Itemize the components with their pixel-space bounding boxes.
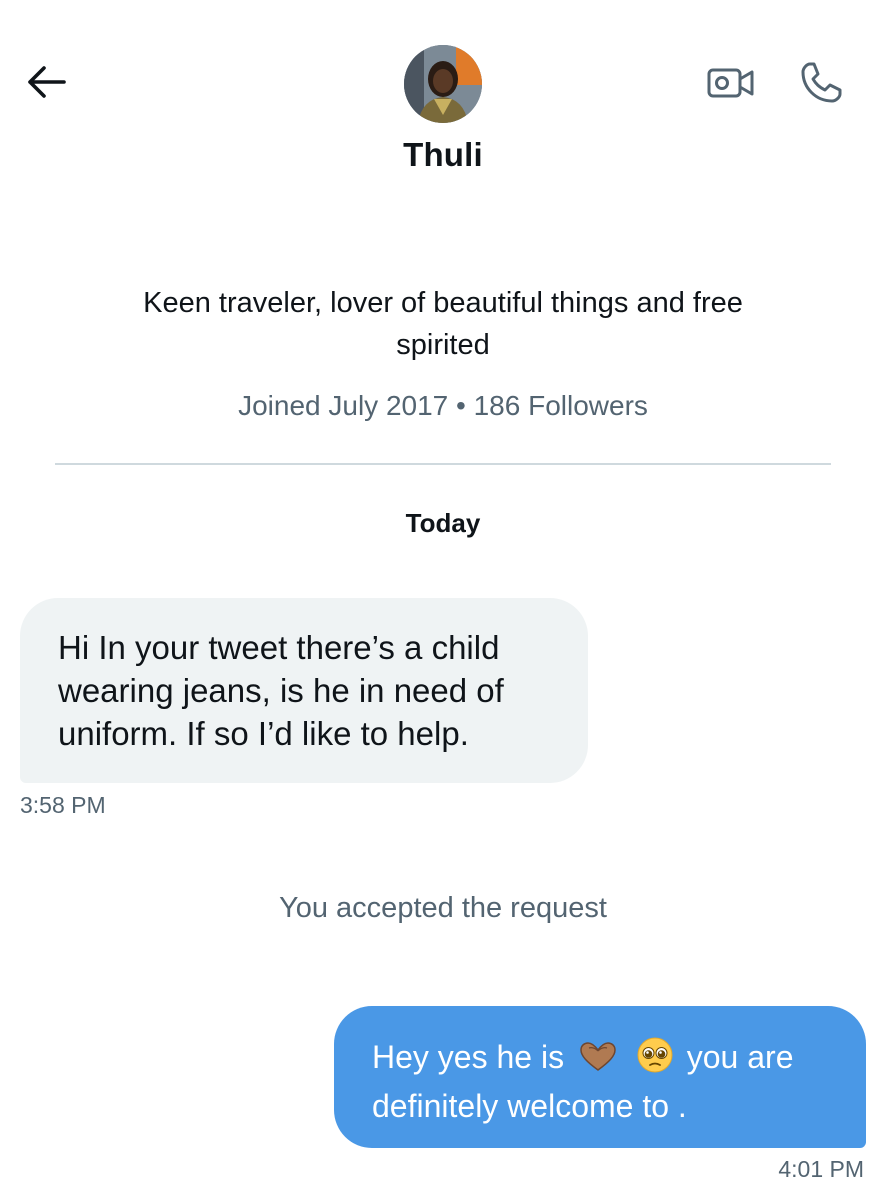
- request-accepted-note: You accepted the request: [279, 892, 607, 924]
- message-timestamp: 3:58 PM: [20, 792, 106, 818]
- day-label: Today: [405, 508, 481, 538]
- joined-date: Joined July 2017: [238, 390, 449, 421]
- dm-conversation-screen: Thuli Keen traveler, lover of beautiful …: [0, 0, 886, 1200]
- message-timestamp: 4:01 PM: [778, 1156, 864, 1182]
- video-call-button[interactable]: [704, 60, 758, 106]
- message-text: Hey yes he is: [372, 1039, 565, 1075]
- incoming-message-bubble[interactable]: Hi In your tweet there’s a child wearing…: [20, 598, 588, 783]
- meta-separator: •: [456, 390, 466, 421]
- back-button[interactable]: [22, 62, 70, 102]
- arrow-left-icon: [28, 66, 66, 98]
- profile-meta: Joined July 2017 • 186 Followers: [0, 390, 886, 422]
- avatar[interactable]: [404, 45, 482, 123]
- phone-icon: [801, 62, 842, 103]
- profile-name[interactable]: Thuli: [0, 136, 886, 174]
- pleading-face-emoji: [636, 1036, 674, 1085]
- divider: [55, 463, 831, 465]
- profile-bio: Keen traveler, lover of beautiful things…: [143, 287, 743, 361]
- voice-call-button[interactable]: [794, 58, 848, 108]
- heart-hands-emoji: [577, 1040, 619, 1085]
- followers-count[interactable]: 186 Followers: [474, 390, 648, 421]
- outgoing-message-bubble[interactable]: Hey yes he is you are definitely welcome…: [334, 1006, 866, 1148]
- video-camera-icon: [707, 68, 754, 98]
